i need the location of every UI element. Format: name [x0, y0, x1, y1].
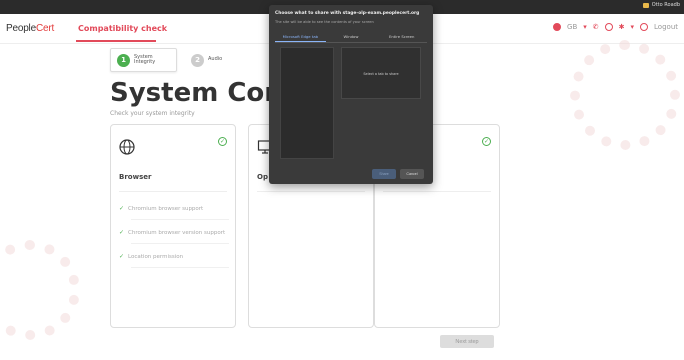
check-icon: ✓ — [119, 253, 125, 260]
language-selector[interactable]: GB — [567, 23, 577, 31]
tab-window[interactable]: Window — [326, 31, 377, 42]
preview-text: Select a tab to share — [363, 72, 399, 76]
check-icon: ✓ — [119, 205, 125, 212]
step-label: System Integrity — [134, 53, 156, 65]
check-item: ✓ Location permission — [119, 253, 183, 260]
dialog-title: Choose what to share with stage-olp-exam… — [275, 11, 420, 16]
step-system-integrity[interactable]: 1 System Integrity — [110, 48, 177, 72]
settings-icon[interactable]: ✱ — [619, 23, 625, 31]
globe-icon — [119, 139, 135, 155]
dropdown-chevron-icon[interactable]: ▾ — [583, 23, 587, 31]
next-step-button[interactable]: Next step — [440, 335, 494, 348]
tab-edge-tab[interactable]: Microsoft Edge tab — [275, 31, 326, 42]
share-preview: Select a tab to share — [341, 47, 421, 99]
check-icon: ✓ — [119, 229, 125, 236]
card-divider — [119, 191, 227, 192]
logout-link[interactable]: Logout — [654, 23, 678, 31]
os-bar-label: Otto Roadb — [651, 2, 680, 8]
os-bar-right: Otto Roadb — [642, 2, 680, 8]
step-audio[interactable]: 2 Audio — [185, 48, 228, 72]
language-flag-icon[interactable] — [553, 23, 562, 31]
card-divider — [257, 191, 365, 192]
row-divider — [131, 219, 229, 220]
phone-icon[interactable]: ✆ — [593, 23, 599, 31]
card-title: Op — [257, 173, 268, 181]
check-item: ✓ Chromium browser support — [119, 205, 203, 212]
header-actions: GB ▾ ✆ ✱ ▾ Logout — [553, 23, 678, 31]
card-title: Browser — [119, 173, 152, 181]
tab-compatibility-check[interactable]: Compatibility check — [78, 24, 167, 33]
logo-main-text: People — [6, 23, 36, 34]
logo-accent-text: Cert — [35, 23, 55, 34]
check-item: ✓ Chromium browser version support — [119, 229, 225, 236]
folder-icon — [642, 2, 649, 8]
page-subtitle: Check your system integrity — [110, 110, 195, 117]
chat-icon[interactable] — [604, 23, 613, 31]
decorative-watermark-top — [570, 40, 680, 150]
card-divider — [383, 191, 491, 192]
progress-stepper: 1 System Integrity 2 Audio — [110, 48, 228, 72]
cancel-button[interactable]: Cancel — [400, 169, 424, 179]
check-label: Location permission — [128, 253, 184, 260]
row-divider — [131, 243, 229, 244]
browser-card: ✓ Browser ✓ Chromium browser support ✓ C… — [110, 124, 236, 328]
logout-icon[interactable] — [640, 23, 649, 31]
peoplecert-logo[interactable]: PeopleCert — [6, 23, 54, 34]
step-number: 1 — [117, 53, 130, 67]
dialog-subtitle: The site will be able to see the content… — [275, 20, 374, 24]
screen-share-dialog: Choose what to share with stage-olp-exam… — [269, 5, 433, 184]
tab-list[interactable] — [280, 47, 334, 159]
check-circle-icon: ✓ — [482, 137, 491, 146]
check-label: Chromium browser version support — [128, 229, 226, 236]
chevron-down-icon[interactable]: ▾ — [631, 23, 635, 31]
check-circle-icon: ✓ — [218, 137, 227, 146]
step-number: 2 — [191, 53, 204, 67]
share-button[interactable]: Share — [372, 169, 396, 179]
tab-entire-screen[interactable]: Entire Screen — [376, 31, 427, 42]
step-label: Audio — [208, 56, 223, 63]
share-source-tabs: Microsoft Edge tab Window Entire Screen — [275, 31, 427, 43]
row-divider — [131, 267, 229, 268]
active-tab-indicator — [76, 40, 156, 42]
decorative-watermark-bottom — [0, 240, 80, 340]
check-label: Chromium browser support — [128, 205, 204, 212]
